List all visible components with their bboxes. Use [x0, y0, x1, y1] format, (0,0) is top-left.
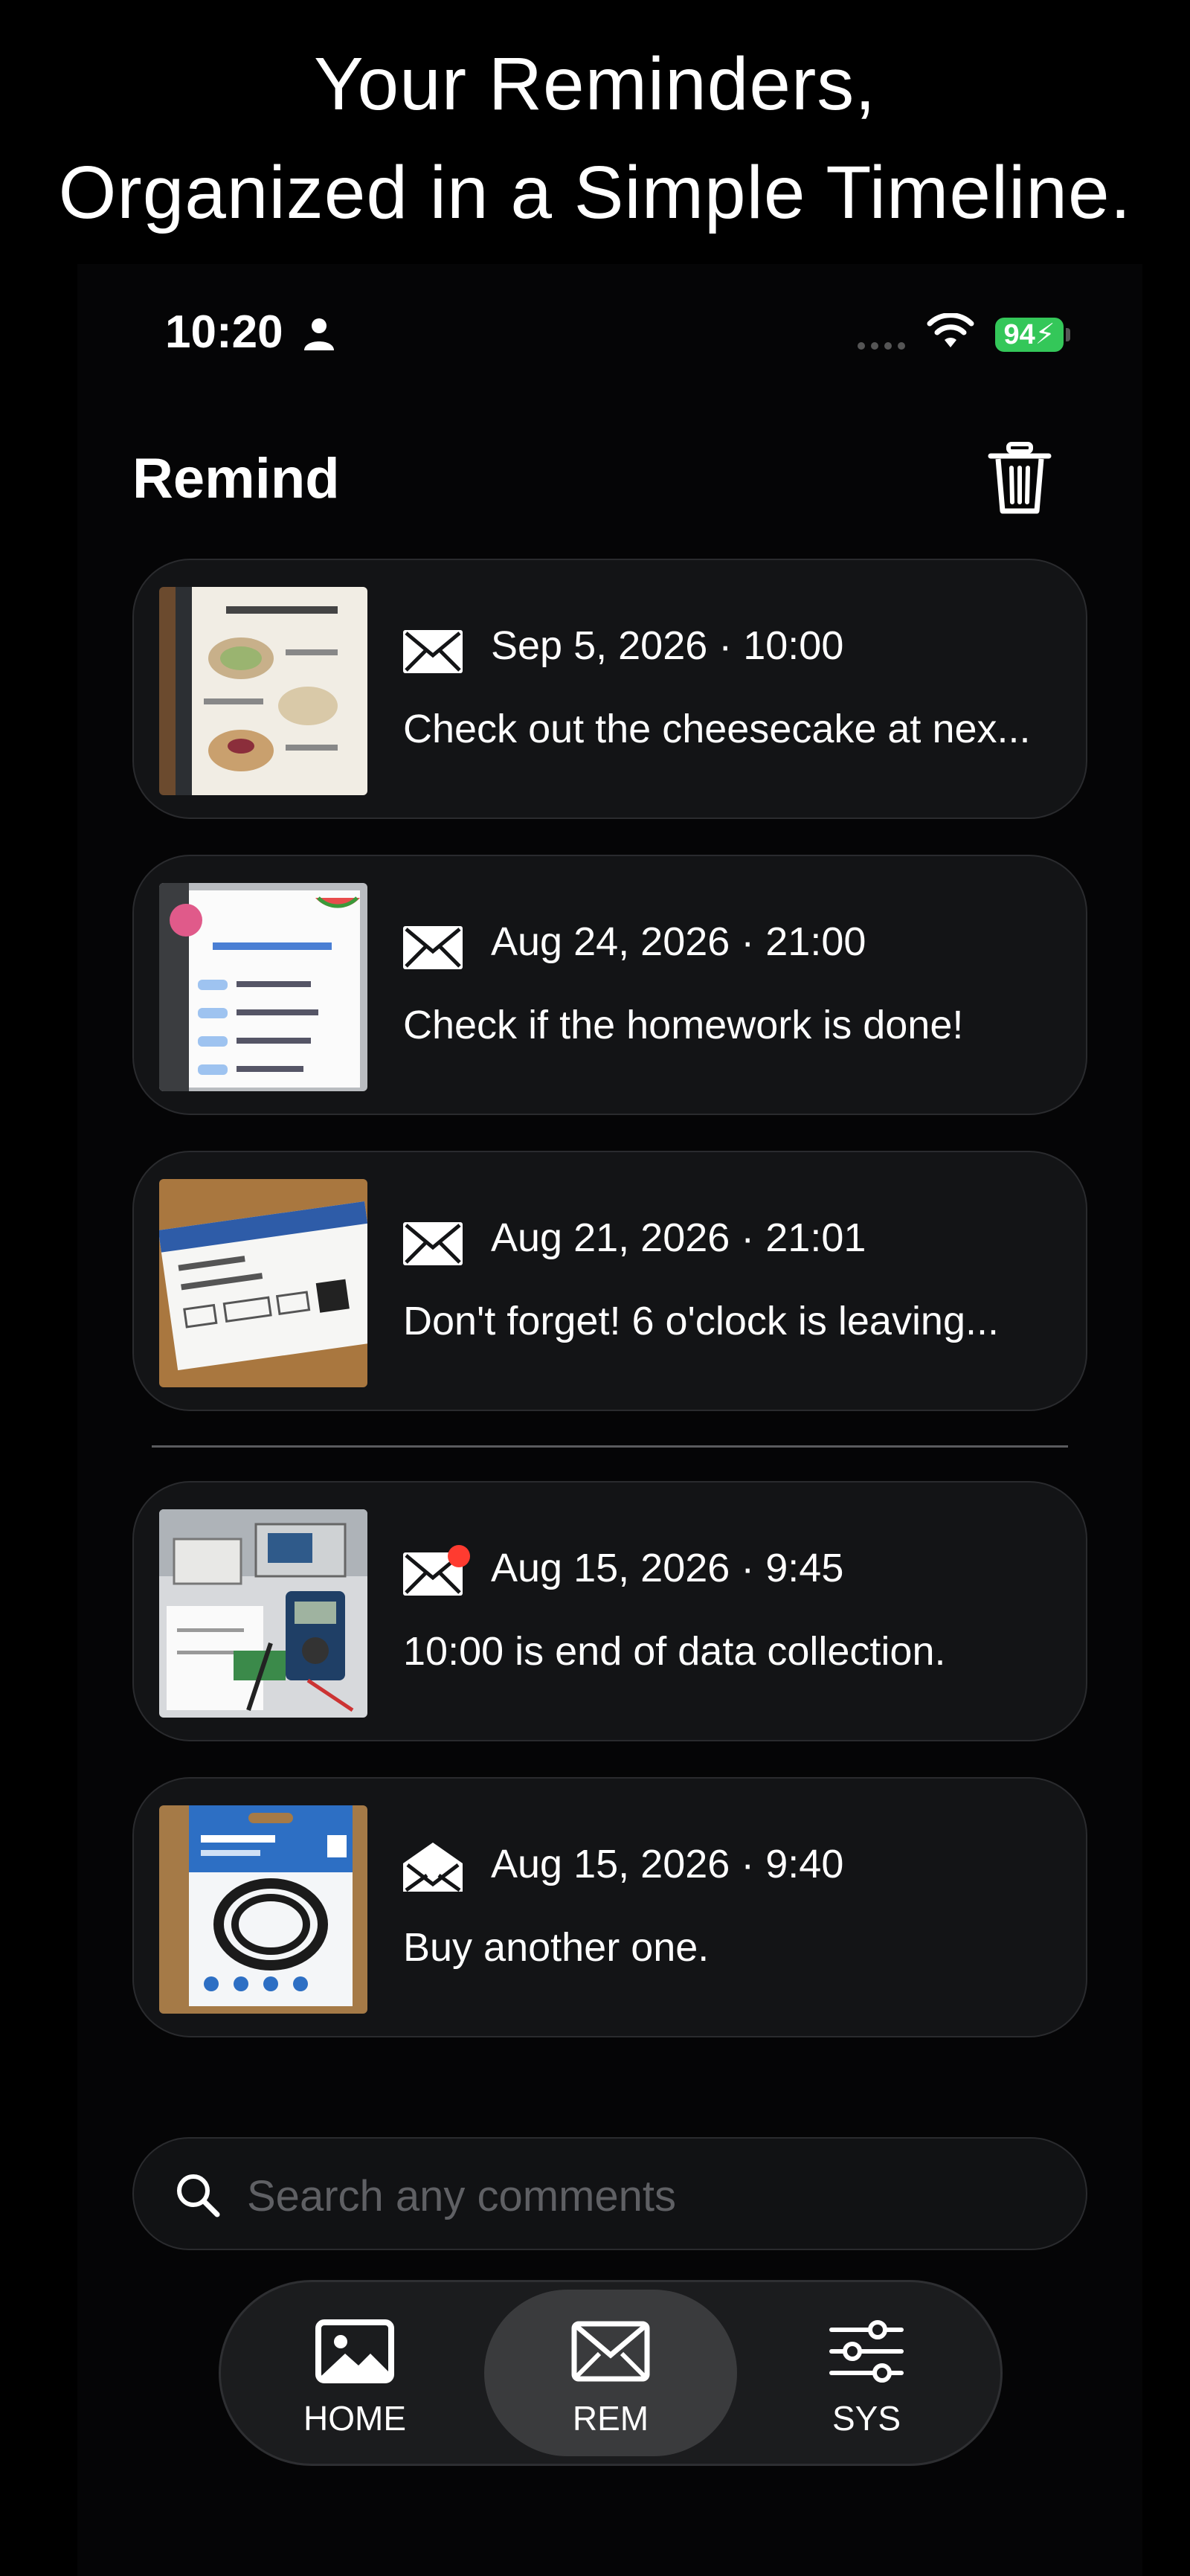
battery-indicator: 94⚡: [995, 318, 1064, 352]
tab-home[interactable]: HOME: [228, 2290, 481, 2456]
boarding-pass-thumbnail: [159, 1179, 367, 1387]
tab-bar: HOME REM SYS: [219, 2280, 1003, 2466]
usb-c-cable-thumbnail: [159, 1805, 367, 2014]
envelope-closed-icon: [403, 926, 463, 969]
reminder-message: 10:00 is end of data collection.: [403, 1629, 946, 1674]
timeline-divider: [152, 1445, 1068, 1448]
phone-screen: 10:20 94⚡ Remind Sep 5, 2026 · 10:00 Che…: [77, 264, 1142, 2576]
reminder-card[interactable]: Sep 5, 2026 · 10:00 Check out the cheese…: [132, 559, 1087, 819]
reminder-message: Buy another one.: [403, 1925, 710, 1970]
reminder-card[interactable]: Aug 15, 2026 · 9:40 Buy another one.: [132, 1777, 1087, 2037]
battery-level: 94: [1003, 319, 1035, 350]
lab-equipment-thumbnail: [159, 1509, 367, 1718]
tab-label: REM: [572, 2399, 649, 2438]
trash-icon[interactable]: [986, 441, 1053, 515]
reminder-message: Check if the homework is done!: [403, 1003, 964, 1047]
reminder-message: Don't forget! 6 o'clock is leaving...: [403, 1299, 1000, 1343]
cellular-signal-icon: [858, 342, 905, 350]
reminder-date: Aug 15, 2026 · 9:45: [491, 1546, 844, 1590]
sliders-icon: [829, 2320, 904, 2383]
search-bar[interactable]: [132, 2137, 1087, 2250]
person-icon: [304, 318, 334, 350]
reminder-date: Sep 5, 2026 · 10:00: [491, 623, 844, 668]
reminder-date: Aug 15, 2026 · 9:40: [491, 1842, 844, 1886]
envelope-closed-icon: [403, 630, 463, 673]
tab-sys[interactable]: SYS: [740, 2290, 993, 2456]
envelope-open-icon: [403, 1843, 463, 1892]
image-icon: [315, 2319, 394, 2383]
tab-rem[interactable]: REM: [484, 2290, 737, 2456]
envelope-closed-icon: [403, 1222, 463, 1265]
wifi-icon: [927, 313, 974, 347]
reminder-date: Aug 24, 2026 · 21:00: [491, 919, 866, 964]
reminder-card[interactable]: Aug 15, 2026 · 9:45 10:00 is end of data…: [132, 1481, 1087, 1741]
unread-badge: [448, 1545, 470, 1567]
restaurant-menu-thumbnail: [159, 587, 367, 795]
app-title: Remind: [132, 447, 340, 510]
envelope-icon: [571, 2321, 650, 2382]
headline-line-1: Your Reminders,: [313, 42, 877, 126]
headline-line-2: Organized in a Simple Timeline.: [58, 151, 1132, 234]
reminder-message: Check out the cheesecake at nex...: [403, 707, 1031, 751]
tab-label: SYS: [832, 2399, 901, 2438]
reminder-card[interactable]: Aug 21, 2026 · 21:01 Don't forget! 6 o'c…: [132, 1151, 1087, 1411]
reminder-card[interactable]: Aug 24, 2026 · 21:00 Check if the homewo…: [132, 855, 1087, 1115]
status-time: 10:20: [165, 306, 283, 358]
reminder-date: Aug 21, 2026 · 21:01: [491, 1215, 866, 1260]
summer-schedule-thumbnail: [159, 883, 367, 1091]
search-icon: [177, 2174, 220, 2217]
battery-cap: [1066, 328, 1070, 341]
search-input[interactable]: [245, 2165, 1052, 2226]
tab-label: HOME: [303, 2399, 406, 2438]
promo-headline: Your Reminders, Organized in a Simple Ti…: [0, 30, 1190, 247]
